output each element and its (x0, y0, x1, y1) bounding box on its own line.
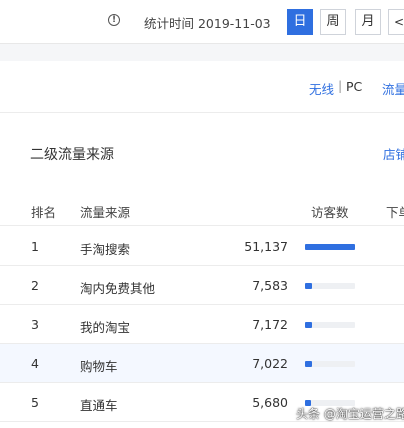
watermark: 头条 @淘宝运营之路 (296, 407, 404, 421)
row-visitors: 7,583 (252, 278, 288, 293)
info-circle-icon[interactable]: ! (108, 14, 120, 26)
row-rank: 2 (31, 278, 39, 293)
row-rank: 1 (31, 239, 39, 254)
period-month-button[interactable]: 月 (355, 9, 381, 35)
wireless-filter-link[interactable]: 无线 (309, 79, 334, 98)
row-visitors: 51,137 (244, 239, 288, 254)
row-visitors: 7,172 (252, 317, 288, 332)
row-rank: 5 (31, 395, 39, 410)
table-row[interactable]: 2 淘内免费其他 7,583 (0, 266, 404, 305)
row-rank: 4 (31, 356, 39, 371)
column-rank: 排名 (31, 205, 57, 220)
table-row[interactable]: 3 我的淘宝 7,172 (0, 305, 404, 344)
row-visitors: 7,022 (252, 356, 288, 371)
visitor-share-bar (305, 361, 355, 367)
visitor-share-bar (305, 322, 355, 328)
visitor-share-fill (305, 283, 313, 289)
row-source: 我的淘宝 (80, 320, 131, 335)
traffic-source-card: 无线 | PC 流量 二级流量来源 店铺 排名 流量来源 访客数 下单 1 手淘… (0, 61, 404, 428)
table-row[interactable]: 4 购物车 7,022 (0, 344, 404, 383)
row-visitors: 5,680 (252, 395, 288, 410)
visitor-share-fill (305, 361, 312, 367)
traffic-link[interactable]: 流量 (382, 79, 404, 98)
pc-filter-link[interactable]: PC (346, 79, 362, 94)
top-toolbar: ! 统计时间 2019-11-03 日 周 月 < (0, 0, 404, 44)
period-day-button[interactable]: 日 (287, 9, 313, 35)
chevron-left-icon[interactable]: < (388, 9, 404, 35)
period-week-button[interactable]: 周 (320, 9, 346, 35)
visitor-share-bar (305, 283, 355, 289)
table-header: 排名 流量来源 访客数 下单 (0, 192, 404, 226)
row-source: 购物车 (80, 359, 118, 374)
column-visitors[interactable]: 访客数 (311, 202, 349, 221)
row-source: 手淘搜索 (80, 242, 131, 257)
row-rank: 3 (31, 317, 39, 332)
device-filter-row: 无线 | PC 流量 (0, 61, 404, 113)
visitor-share-fill (305, 244, 355, 250)
visitor-share-fill (305, 322, 312, 328)
section-title: 二级流量来源 (30, 147, 114, 163)
row-source: 淘内免费其他 (80, 281, 156, 296)
visitor-share-bar (305, 244, 355, 250)
row-source: 直通车 (80, 398, 118, 413)
column-orders[interactable]: 下单 (386, 202, 404, 221)
table-row[interactable]: 1 手淘搜索 51,137 (0, 227, 404, 266)
column-source: 流量来源 (80, 205, 131, 220)
store-link[interactable]: 店铺 (383, 144, 404, 163)
stat-time-label: 统计时间 2019-11-03 (144, 16, 271, 31)
filter-separator: | (338, 78, 343, 93)
